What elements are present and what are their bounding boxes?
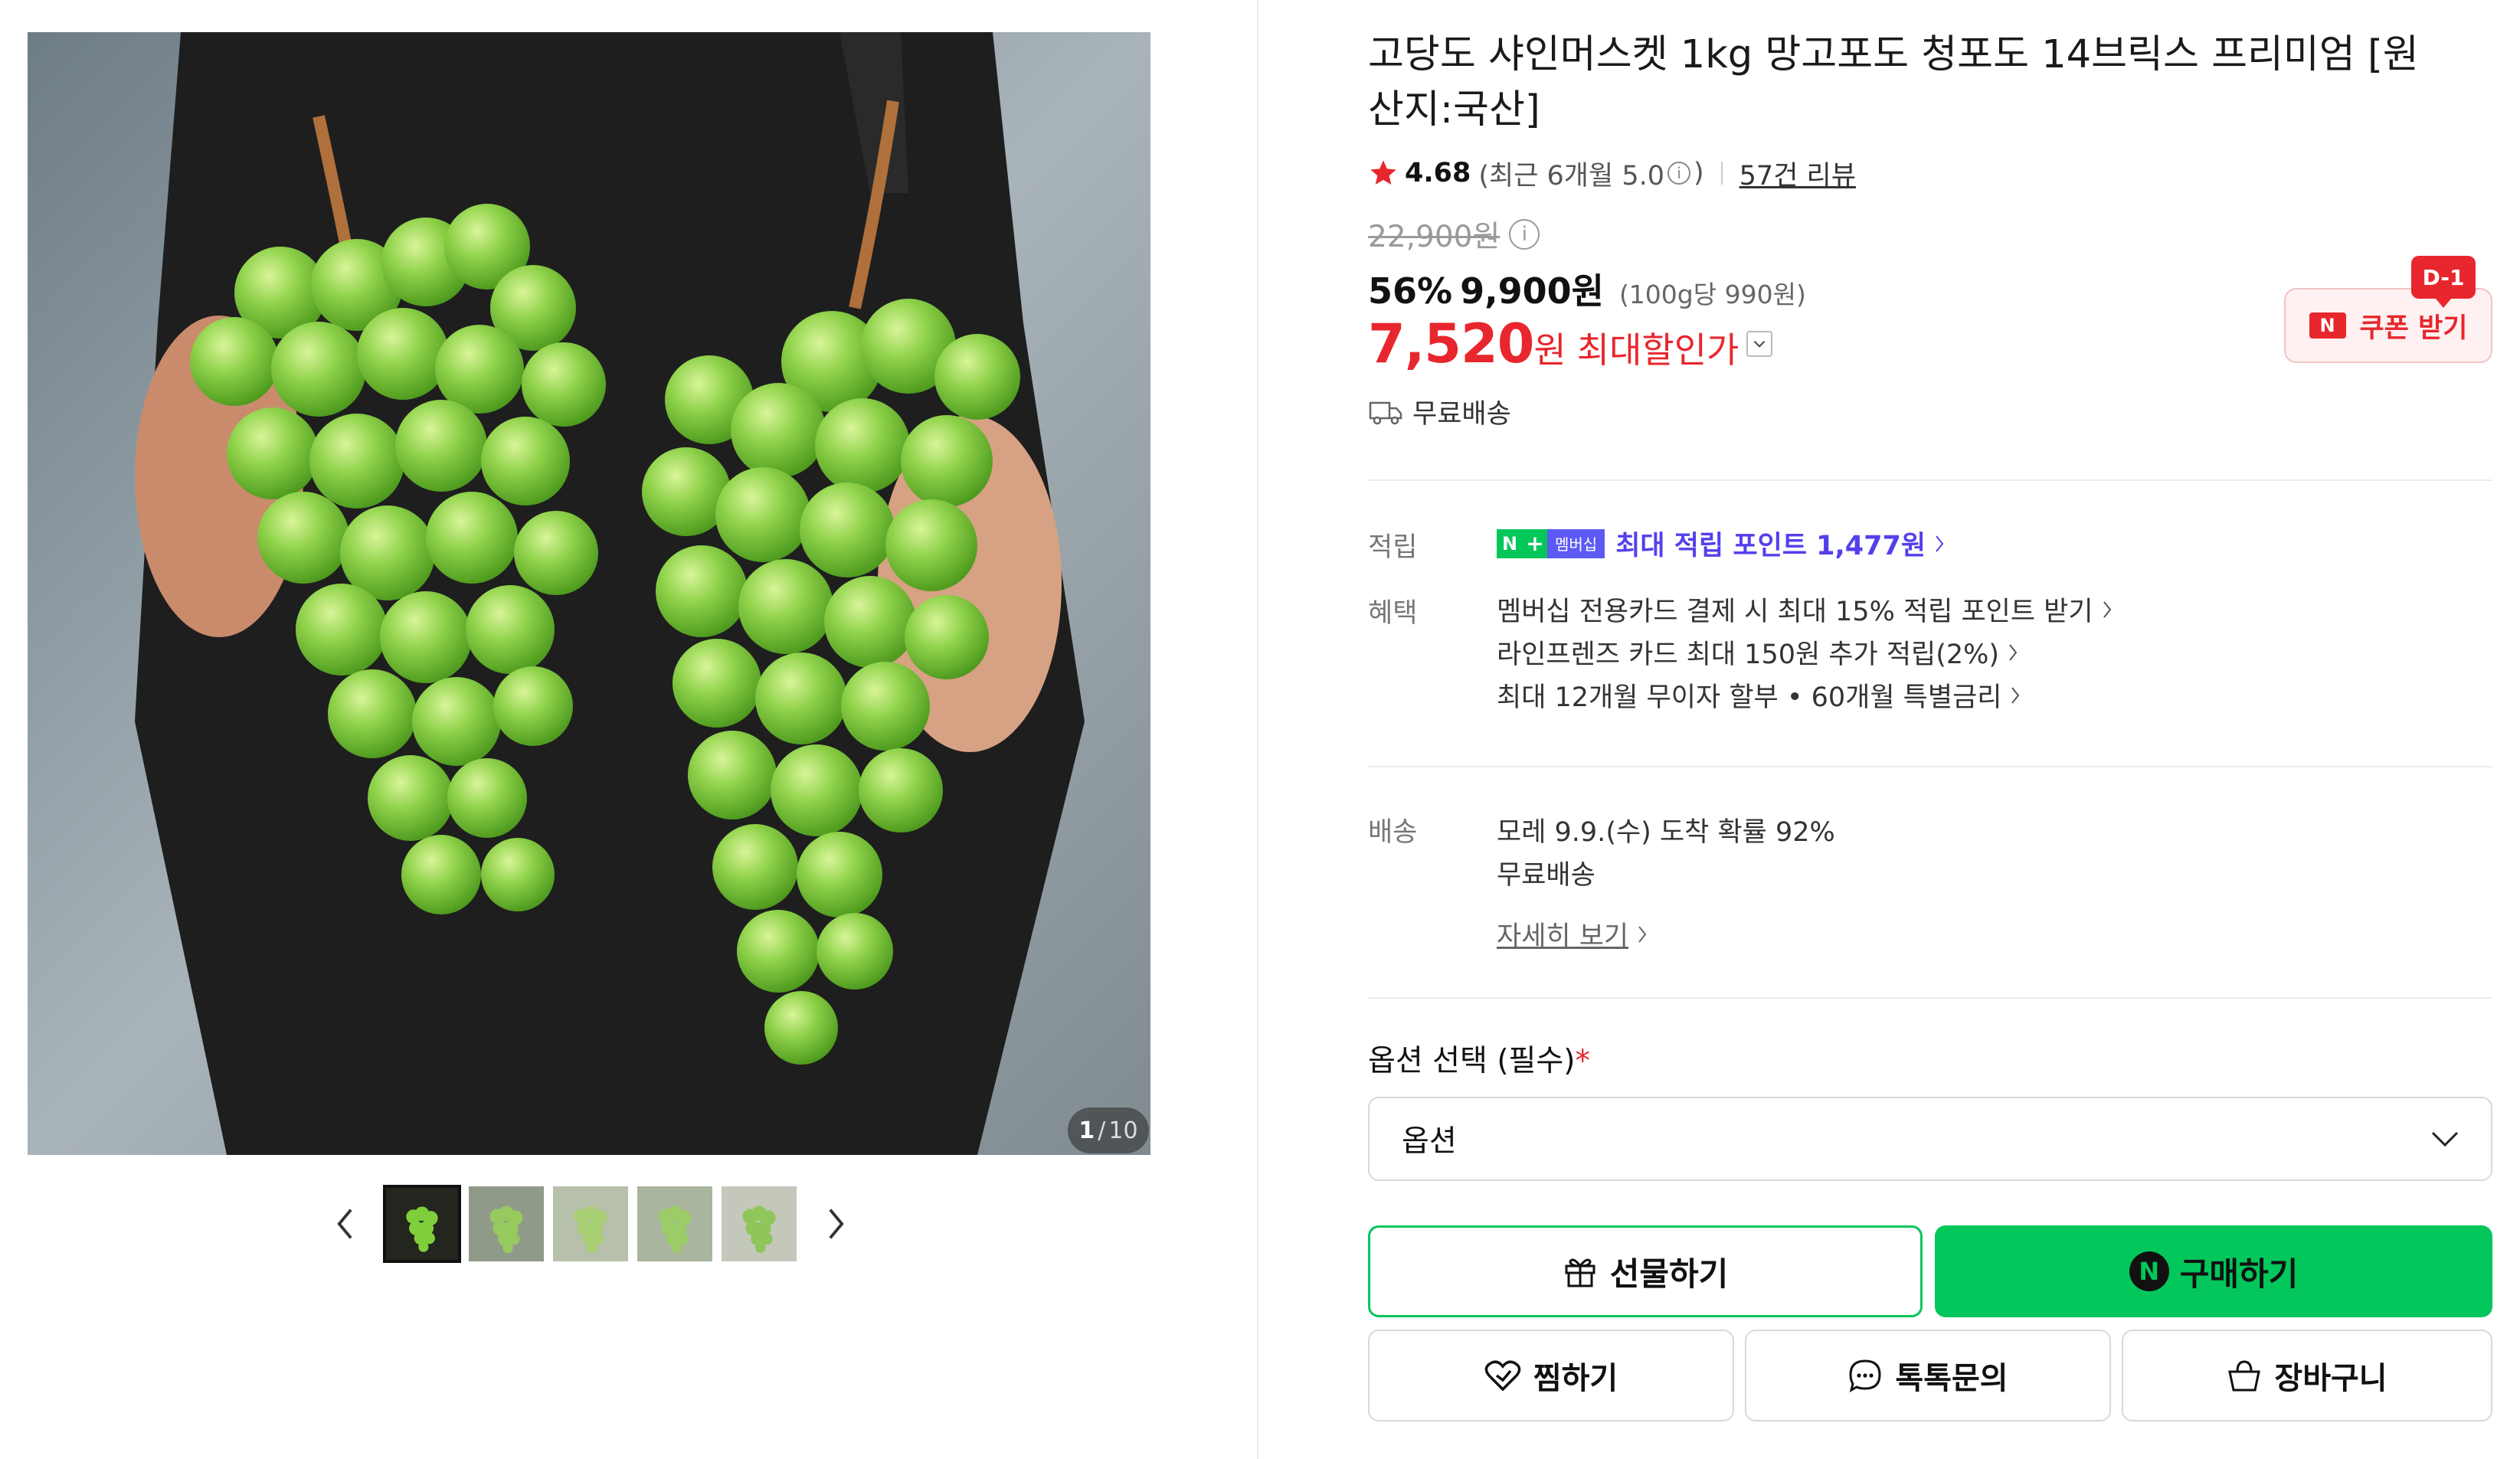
cart-button-label: 장바구니 [2274, 1361, 2387, 1396]
chevron-down-icon [2431, 1131, 2459, 1147]
chevron-right-icon [829, 1209, 844, 1239]
benefit-item[interactable]: 라인프렌즈 카드 최대 150원 추가 적립(2%) [1497, 633, 2019, 672]
coupon-label: 쿠폰 받기 [2359, 312, 2468, 344]
points-row[interactable]: N + 멤버십 최대 적립 포인트 1,477원 [1497, 524, 1946, 563]
main-product-image[interactable]: 1/10 [28, 32, 1150, 1155]
thumbnail-image [469, 1186, 544, 1261]
thumbnail-item[interactable] [551, 1185, 630, 1263]
talk-inquiry-button[interactable]: 톡톡문의 [1745, 1330, 2111, 1421]
shipping-fee: 무료배송 [1497, 860, 1595, 891]
benefit-item[interactable]: 멤버십 전용카드 결제 시 최대 15% 적립 포인트 받기 [1497, 590, 2113, 629]
coupon-button[interactable]: N 쿠폰 받기 [2284, 288, 2492, 363]
thumbnail-item[interactable] [636, 1185, 714, 1263]
chat-icon [1849, 1359, 1881, 1393]
product-title: 고당도 샤인머스켓 1kg 망고포도 청포도 14브릭스 프리미엄 [원산지:국… [1368, 32, 2419, 132]
chevron-right-icon [1638, 925, 1647, 943]
option-label: 옵션 선택 (필수)* [1368, 1037, 1590, 1080]
chevron-right-icon [2011, 686, 2020, 704]
rating-score: 4.68 [1405, 158, 1471, 188]
max-discount-won: 원 [1533, 329, 1566, 371]
naver-pay-icon: N [2129, 1251, 2169, 1291]
sale-price: 9,900원 [1460, 270, 1604, 312]
info-icon[interactable]: i [1667, 162, 1690, 185]
wishlist-button-label: 찜하기 [1533, 1361, 1618, 1396]
grapes-photo [28, 32, 1150, 1155]
review-count-link[interactable]: 57건 리뷰 [1739, 154, 1856, 193]
chevron-down-icon [1753, 340, 1766, 348]
unit-price: (100g당 990원) [1618, 280, 1806, 309]
original-price: 22,900원 [1368, 220, 1501, 254]
thumbnail-item[interactable] [383, 1185, 461, 1263]
chevron-left-icon [337, 1209, 352, 1239]
thumbnail-item[interactable] [720, 1185, 798, 1263]
image-counter-total: 10 [1108, 1117, 1138, 1144]
gift-icon [1565, 1258, 1595, 1287]
benefit-item-text: 라인프렌즈 카드 최대 150원 추가 적립(2%) [1497, 640, 2000, 670]
column-divider [1257, 0, 1258, 1459]
cart-button[interactable]: 장바구니 [2122, 1330, 2492, 1421]
required-mark: * [1575, 1044, 1591, 1078]
chevron-right-icon [2009, 643, 2018, 661]
recent-rating: (최근 6개월 5.0 [1478, 160, 1664, 191]
recent-rating-close: ) [1694, 158, 1704, 188]
max-discount-price: 7,520 [1368, 312, 1534, 375]
thumbnail-image [722, 1186, 797, 1261]
section-divider [1368, 766, 2492, 767]
chevron-right-icon [1936, 535, 1944, 552]
shipping-detail-link[interactable]: 자세히 보기 [1497, 914, 1648, 954]
basket-icon [2228, 1360, 2261, 1392]
rating-row: 4.68 (최근 6개월 5.0 i ) 57건 리뷰 [1368, 152, 1856, 195]
discount-percent: 56% [1368, 270, 1453, 312]
gift-button-label: 선물하기 [1609, 1255, 1729, 1293]
thumbnail-item[interactable] [467, 1185, 545, 1263]
wishlist-button[interactable]: 찜하기 [1368, 1330, 1734, 1421]
max-discount-row[interactable]: 7,520 원 최대할인가 [1368, 312, 1773, 375]
buy-button-label: 구매하기 [2179, 1255, 2299, 1293]
free-shipping-text: 무료배송 [1412, 399, 1511, 430]
thumbnail-image [386, 1188, 458, 1260]
section-divider [1368, 997, 2492, 999]
buy-button[interactable]: N 구매하기 [1935, 1225, 2492, 1317]
talk-inquiry-label: 톡톡문의 [1895, 1361, 2008, 1396]
thumbnail-next-button[interactable] [810, 1184, 859, 1264]
naver-n-icon: N [2309, 312, 2346, 339]
chevron-right-icon [2103, 600, 2111, 618]
shipping-detail-text: 자세히 보기 [1497, 921, 1629, 952]
original-price-row: 22,900원 i [1368, 213, 1540, 256]
option-label-text: 옵션 선택 (필수) [1368, 1044, 1576, 1078]
sale-price-row: 56% 9,900원 (100g당 990원) [1368, 263, 1806, 314]
gift-button[interactable]: 선물하기 [1368, 1225, 1923, 1317]
benefit-item-text: 최대 12개월 무이자 할부 • 60개월 특별금리 [1497, 682, 2002, 713]
shipping-label: 배송 [1368, 817, 1418, 848]
coupon-dday-badge: D-1 [2411, 256, 2476, 308]
thumbnail-strip [322, 1184, 859, 1264]
benefits-label: 혜택 [1368, 598, 1418, 629]
thumbnail-image [637, 1186, 712, 1261]
thumbnail-prev-button[interactable] [322, 1184, 371, 1264]
points-label: 적립 [1368, 532, 1418, 563]
section-divider [1368, 479, 2492, 481]
price-info-icon[interactable]: i [1509, 219, 1540, 250]
max-points-text: 최대 적립 포인트 1,477원 [1615, 531, 1926, 561]
star-icon [1370, 160, 1396, 185]
heart-icon [1484, 1360, 1521, 1392]
rating-separator [1720, 162, 1723, 185]
image-counter: 1/10 [1068, 1107, 1149, 1153]
thumbnail-list [383, 1185, 798, 1263]
membership-badge: N + 멤버십 [1497, 528, 1605, 558]
max-discount-label: 최대할인가 [1576, 329, 1739, 371]
image-counter-current: 1 [1078, 1117, 1095, 1144]
option-select-value: 옵션 [1402, 1124, 1457, 1159]
truck-icon [1369, 401, 1402, 424]
shipping-arrival: 모레 9.9.(수) 도착 확률 92% [1497, 817, 1835, 848]
benefit-item-text: 멤버십 전용카드 결제 시 최대 15% 적립 포인트 받기 [1497, 597, 2093, 627]
option-select[interactable]: 옵션 [1368, 1097, 2492, 1181]
benefit-item[interactable]: 최대 12개월 무이자 할부 • 60개월 특별금리 [1497, 676, 2021, 715]
max-discount-expand[interactable] [1746, 331, 1773, 357]
thumbnail-image [553, 1186, 628, 1261]
free-shipping-row: 무료배송 [1368, 392, 1511, 431]
